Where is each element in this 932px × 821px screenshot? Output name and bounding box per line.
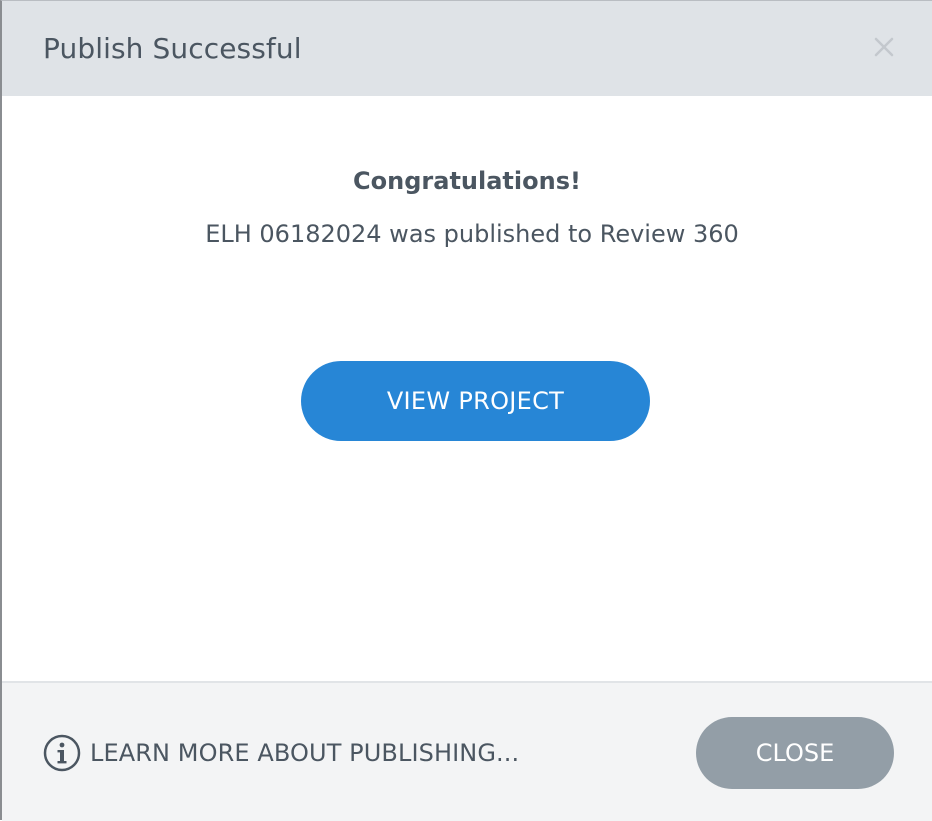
info-icon bbox=[42, 733, 82, 773]
learn-more-link[interactable]: LEARN MORE ABOUT PUBLISHING... bbox=[42, 733, 519, 773]
dialog-title: Publish Successful bbox=[43, 32, 302, 65]
congratulations-heading: Congratulations! bbox=[353, 167, 581, 195]
publish-message: ELH 06182024 was published to Review 360 bbox=[205, 220, 739, 248]
view-project-button[interactable]: VIEW PROJECT bbox=[301, 361, 650, 441]
close-icon[interactable] bbox=[872, 35, 896, 59]
close-button[interactable]: CLOSE bbox=[696, 717, 894, 789]
learn-more-label: LEARN MORE ABOUT PUBLISHING... bbox=[90, 739, 520, 767]
dialog-footer: LEARN MORE ABOUT PUBLISHING... CLOSE bbox=[2, 681, 932, 821]
dialog-body: Congratulations! ELH 06182024 was publis… bbox=[2, 96, 932, 681]
publish-dialog: Publish Successful Congratulations! ELH … bbox=[0, 0, 932, 821]
dialog-header: Publish Successful bbox=[2, 1, 932, 96]
